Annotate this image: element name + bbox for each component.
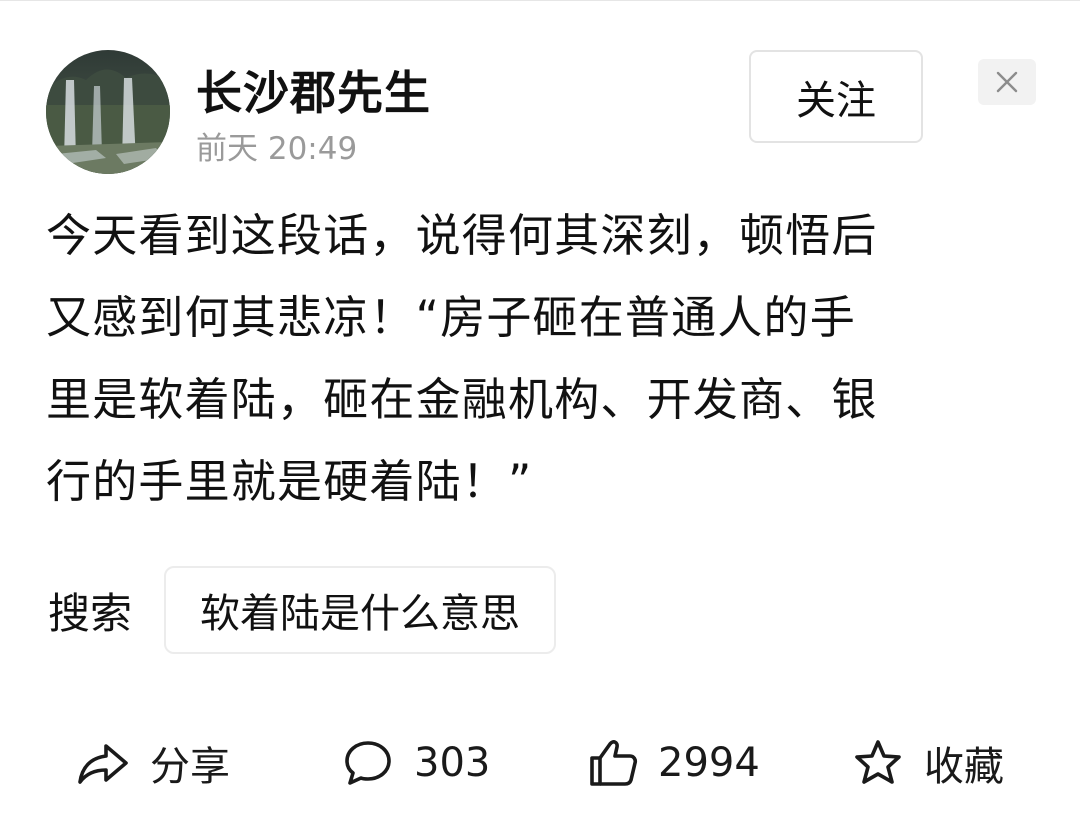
favorite-label: 收藏 xyxy=(924,744,1004,790)
comment-count: 303 xyxy=(414,740,491,786)
post-text-line: 又感到何其悲凉！“房子砸在普通人的手 xyxy=(46,291,856,344)
search-suggestion-chip[interactable]: 软着陆是什么意思 xyxy=(164,566,557,654)
thumbs-up-icon xyxy=(590,740,638,786)
search-suggestion-row: 搜索 软着陆是什么意思 xyxy=(48,566,557,654)
favorite-button[interactable]: 收藏 xyxy=(852,725,1004,801)
action-bar: 分享 303 2994 收藏 xyxy=(0,725,1080,801)
author-name[interactable]: 长沙郡先生 xyxy=(196,63,431,123)
follow-button[interactable]: 关注 xyxy=(749,50,923,143)
comment-icon xyxy=(345,741,391,785)
waterfall-avatar-icon xyxy=(46,50,170,174)
post-text-line: 里是软着陆，砸在金融机构、开发商、银 xyxy=(46,373,878,426)
share-button[interactable]: 分享 xyxy=(76,725,230,801)
search-label: 搜索 xyxy=(48,588,133,638)
like-button[interactable]: 2994 xyxy=(586,725,760,801)
post-timestamp: 前天 20:49 xyxy=(196,131,358,167)
post-card: 长沙郡先生 前天 20:49 关注 今天看到这段话，说得何其深刻，顿悟后 又感到… xyxy=(0,0,1080,831)
avatar[interactable] xyxy=(46,50,170,174)
comment-button[interactable]: 303 xyxy=(342,725,490,801)
post-text-line: 行的手里就是硬着陆！” xyxy=(46,455,533,508)
close-button[interactable] xyxy=(978,59,1036,105)
star-icon xyxy=(855,740,901,784)
post-text-line: 今天看到这段话，说得何其深刻，顿悟后 xyxy=(46,209,878,262)
post-text: 今天看到这段话，说得何其深刻，顿悟后 又感到何其悲凉！“房子砸在普通人的手 里是… xyxy=(46,195,1046,523)
close-icon xyxy=(996,71,1018,93)
share-icon xyxy=(78,744,128,784)
share-label: 分享 xyxy=(150,744,230,790)
like-count: 2994 xyxy=(658,740,760,786)
